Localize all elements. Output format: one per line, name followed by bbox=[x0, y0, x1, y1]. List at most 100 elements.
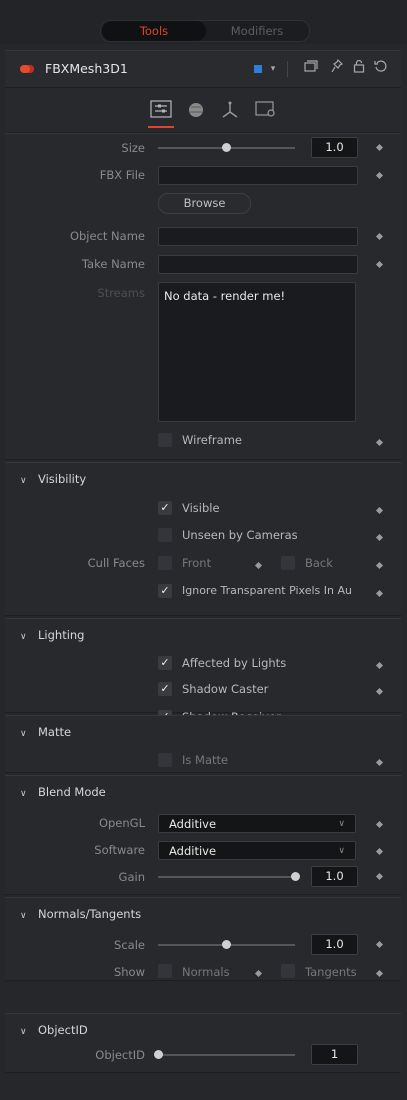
object-name-field[interactable] bbox=[158, 227, 358, 246]
controls-icon[interactable] bbox=[150, 100, 172, 120]
scale-keyframe-diamond[interactable] bbox=[375, 940, 384, 949]
opengl-label: OpenGL bbox=[98, 816, 145, 830]
active-tab-indicator bbox=[148, 126, 174, 128]
size-keyframe-diamond[interactable] bbox=[375, 143, 384, 152]
node-name: FBXMesh3D1 bbox=[45, 61, 128, 76]
ignore-transparent-keyframe-diamond[interactable] bbox=[375, 589, 384, 598]
gain-keyframe-diamond[interactable] bbox=[375, 872, 384, 881]
normals-checkbox[interactable] bbox=[158, 964, 172, 978]
shadow-caster-label: Shadow Caster bbox=[182, 682, 269, 696]
tools-tab[interactable]: Tools bbox=[102, 21, 206, 41]
is-matte-checkbox[interactable] bbox=[158, 753, 172, 767]
object-name-keyframe-diamond[interactable] bbox=[375, 232, 384, 241]
cull-front-checkbox[interactable] bbox=[158, 556, 172, 570]
software-keyframe-diamond[interactable] bbox=[375, 847, 384, 856]
matte-header[interactable]: ∨ Matte bbox=[20, 725, 71, 739]
transform-icon[interactable] bbox=[219, 100, 241, 120]
browse-button[interactable]: Browse bbox=[158, 193, 251, 214]
chevron-down-icon: ∨ bbox=[20, 1027, 27, 1037]
blend-mode-panel: ∨ Blend Mode OpenGL Additive ∨ Software A… bbox=[5, 775, 401, 895]
materials-icon[interactable] bbox=[185, 100, 207, 120]
take-name-keyframe-diamond[interactable] bbox=[375, 260, 384, 269]
visible-keyframe-diamond[interactable] bbox=[375, 506, 384, 515]
visible-checkbox[interactable]: ✓ bbox=[158, 501, 172, 515]
chevron-down-icon[interactable]: ▾ bbox=[263, 59, 283, 79]
chevron-down-icon: ∨ bbox=[20, 632, 27, 642]
fbx-file-field[interactable] bbox=[158, 166, 358, 185]
panel-footer bbox=[5, 1073, 401, 1095]
reset-icon[interactable] bbox=[371, 59, 391, 79]
scale-label: Scale bbox=[114, 938, 145, 952]
unseen-keyframe-diamond[interactable] bbox=[375, 533, 384, 542]
affected-by-lights-label: Affected by Lights bbox=[182, 656, 287, 670]
gain-value[interactable]: 1.0 bbox=[311, 866, 358, 887]
opengl-dropdown[interactable]: Additive ∨ bbox=[158, 814, 356, 833]
streams-box[interactable]: No data - render me! bbox=[158, 282, 356, 422]
node-enable-led[interactable] bbox=[20, 65, 34, 73]
normals-keyframe-diamond[interactable] bbox=[254, 969, 263, 978]
tangents-label: Tangents bbox=[305, 965, 357, 979]
scale-value[interactable]: 1.0 bbox=[311, 934, 358, 955]
object-id-header[interactable]: ∨ ObjectID bbox=[20, 1023, 88, 1037]
normals-tangents-panel: ∨ Normals/Tangents Scale 1.0 Show Normals… bbox=[5, 897, 401, 981]
opengl-value: Additive bbox=[169, 817, 217, 831]
software-dropdown[interactable]: Additive ∨ bbox=[158, 841, 356, 860]
modifiers-tab[interactable]: Modifiers bbox=[207, 21, 307, 41]
tangents-keyframe-diamond[interactable] bbox=[375, 969, 384, 978]
window-icon[interactable] bbox=[301, 59, 321, 79]
object-id-value[interactable]: 1 bbox=[311, 1044, 358, 1065]
shadow-caster-checkbox[interactable]: ✓ bbox=[158, 682, 172, 696]
chevron-down-icon: ∨ bbox=[338, 819, 345, 829]
normals-tangents-title: Normals/Tangents bbox=[38, 907, 142, 921]
wireframe-checkbox[interactable] bbox=[158, 433, 172, 447]
shadow-caster-keyframe-diamond[interactable] bbox=[375, 687, 384, 696]
chevron-down-icon: ∨ bbox=[20, 476, 27, 486]
size-value[interactable]: 1.0 bbox=[311, 137, 358, 158]
visibility-title: Visibility bbox=[38, 472, 87, 486]
scale-slider-knob[interactable] bbox=[222, 940, 231, 949]
fbx-file-label: FBX File bbox=[99, 168, 145, 182]
ignore-transparent-checkbox[interactable]: ✓ bbox=[158, 584, 172, 598]
unseen-checkbox[interactable] bbox=[158, 528, 172, 542]
fbx-file-keyframe-diamond[interactable] bbox=[375, 171, 384, 180]
affected-keyframe-diamond[interactable] bbox=[375, 661, 384, 670]
cull-back-keyframe-diamond[interactable] bbox=[375, 561, 384, 570]
object-id-label: ObjectID bbox=[95, 1048, 145, 1062]
cull-faces-label: Cull Faces bbox=[87, 556, 145, 570]
visible-label: Visible bbox=[182, 501, 220, 515]
lock-icon[interactable] bbox=[349, 59, 369, 79]
size-slider-knob[interactable] bbox=[222, 143, 231, 152]
object-id-slider[interactable] bbox=[158, 1054, 295, 1056]
show-label: Show bbox=[113, 965, 145, 979]
visibility-header[interactable]: ∨ Visibility bbox=[20, 472, 86, 486]
settings-icon[interactable] bbox=[255, 100, 277, 120]
take-name-field[interactable] bbox=[158, 255, 358, 274]
affected-by-lights-checkbox[interactable]: ✓ bbox=[158, 656, 172, 670]
streams-label: Streams bbox=[97, 286, 145, 300]
normals-tangents-header[interactable]: ∨ Normals/Tangents bbox=[20, 907, 141, 921]
is-matte-keyframe-diamond[interactable] bbox=[375, 758, 384, 767]
cull-front-label: Front bbox=[182, 556, 212, 570]
chevron-down-icon: ∨ bbox=[20, 789, 27, 799]
tangents-checkbox[interactable] bbox=[281, 964, 295, 978]
cull-back-checkbox[interactable] bbox=[281, 556, 295, 570]
lighting-header[interactable]: ∨ Lighting bbox=[20, 628, 84, 642]
gain-slider-knob[interactable] bbox=[290, 872, 300, 881]
lighting-panel: ∨ Lighting ✓ Affected by Lights ✓ Shadow … bbox=[5, 618, 401, 724]
is-matte-label: Is Matte bbox=[182, 753, 229, 767]
mode-switch: Tools Modifiers bbox=[100, 20, 310, 42]
visibility-panel: ∨ Visibility ✓ Visible Unseen by Cameras … bbox=[5, 462, 401, 616]
software-value: Additive bbox=[169, 844, 217, 858]
cull-front-keyframe-diamond[interactable] bbox=[254, 561, 263, 570]
cull-back-label: Back bbox=[305, 556, 333, 570]
chevron-down-icon: ∨ bbox=[20, 911, 27, 921]
opengl-keyframe-diamond[interactable] bbox=[375, 820, 384, 829]
pin-icon[interactable] bbox=[327, 58, 347, 79]
controls-panel: Size 1.0 FBX File Browse Object Name Tak… bbox=[5, 133, 401, 460]
blend-mode-header[interactable]: ∨ Blend Mode bbox=[20, 785, 106, 799]
object-name-label: Object Name bbox=[69, 229, 145, 243]
object-id-slider-knob[interactable] bbox=[153, 1050, 163, 1059]
size-label: Size bbox=[121, 141, 145, 155]
wireframe-keyframe-diamond[interactable] bbox=[375, 438, 384, 447]
gain-slider[interactable] bbox=[158, 876, 295, 878]
